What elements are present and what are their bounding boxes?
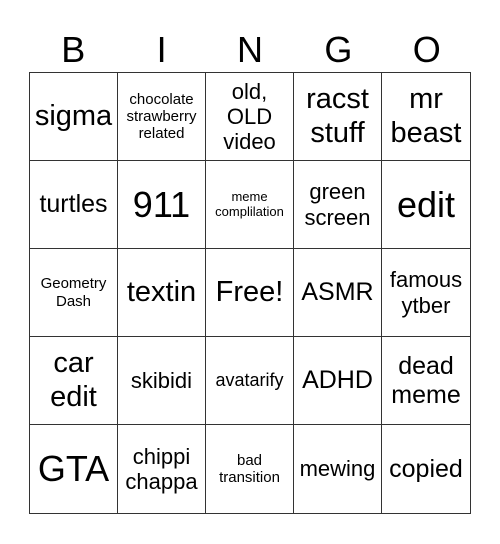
bingo-cell[interactable]: ADHD	[294, 337, 382, 425]
bingo-cell[interactable]: meme complilation	[206, 161, 294, 249]
bingo-cell[interactable]: avatarify	[206, 337, 294, 425]
bingo-cell[interactable]: edit	[382, 161, 470, 249]
header-letter-b: B	[61, 29, 86, 70]
bingo-cell-text: skibidi	[130, 367, 193, 393]
bingo-cell-text: old, OLD video	[223, 78, 276, 155]
bingo-cell[interactable]: Free!	[206, 249, 294, 337]
bingo-header: B I N G O	[29, 28, 471, 72]
bingo-cell-text: racst stuff	[306, 83, 369, 149]
bingo-cell-text: ASMR	[301, 278, 374, 307]
bingo-cell-text: Free!	[215, 275, 284, 308]
bingo-cell-text: famous ytber	[389, 267, 463, 318]
bingo-cell[interactable]: green screen	[294, 161, 382, 249]
bingo-cell-text: sigma	[34, 99, 113, 132]
bingo-cell-text: avatarify	[215, 370, 284, 391]
bingo-cell-text: chippi chappa	[125, 443, 198, 494]
bingo-cell-text: ADHD	[302, 366, 373, 395]
bingo-cell[interactable]: racst stuff	[294, 73, 382, 161]
bingo-grid: sigma chocolate strawberry related old, OL…	[29, 72, 471, 514]
bingo-cell[interactable]: chocolate strawberry related	[118, 73, 206, 161]
bingo-cell-text: turtles	[39, 190, 108, 219]
bingo-cell-text: GTA	[37, 448, 110, 490]
bingo-cell[interactable]: dead meme	[382, 337, 470, 425]
bingo-cell-text: edit	[396, 183, 456, 225]
header-letter-o: O	[412, 29, 441, 70]
bingo-cell[interactable]: Geometry Dash	[30, 249, 118, 337]
bingo-cell[interactable]: mewing	[294, 425, 382, 513]
bingo-cell-text: textin	[126, 275, 197, 308]
header-letter-i: I	[156, 29, 167, 70]
bingo-cell[interactable]: turtles	[30, 161, 118, 249]
bingo-cell[interactable]: bad transition	[206, 425, 294, 513]
header-letter-n: N	[236, 29, 263, 70]
bingo-cell-text: car edit	[50, 347, 97, 413]
bingo-cell-text: dead meme	[391, 351, 461, 409]
bingo-cell-text: 911	[132, 183, 191, 225]
bingo-cell[interactable]: famous ytber	[382, 249, 470, 337]
bingo-cell[interactable]: copied	[382, 425, 470, 513]
bingo-cell[interactable]: old, OLD video	[206, 73, 294, 161]
bingo-cell-text: Geometry Dash	[40, 275, 107, 310]
bingo-cell[interactable]: ASMR	[294, 249, 382, 337]
bingo-cell-text: bad transition	[219, 451, 280, 486]
bingo-cell[interactable]: skibidi	[118, 337, 206, 425]
bingo-cell[interactable]: GTA	[30, 425, 118, 513]
bingo-cell[interactable]: car edit	[30, 337, 118, 425]
bingo-cell-text: meme complilation	[215, 188, 284, 219]
bingo-cell[interactable]: 911	[118, 161, 206, 249]
bingo-cell-text: copied	[389, 454, 463, 483]
bingo-cell-text: mewing	[299, 456, 376, 482]
bingo-cell[interactable]: textin	[118, 249, 206, 337]
bingo-cell[interactable]: sigma	[30, 73, 118, 161]
header-letter-g: G	[324, 29, 353, 70]
bingo-cell-text: chocolate strawberry related	[126, 90, 197, 143]
bingo-cell[interactable]: mr beast	[382, 73, 470, 161]
bingo-cell-text: mr beast	[390, 83, 462, 149]
bingo-cell-text: green screen	[304, 179, 371, 230]
bingo-cell[interactable]: chippi chappa	[118, 425, 206, 513]
